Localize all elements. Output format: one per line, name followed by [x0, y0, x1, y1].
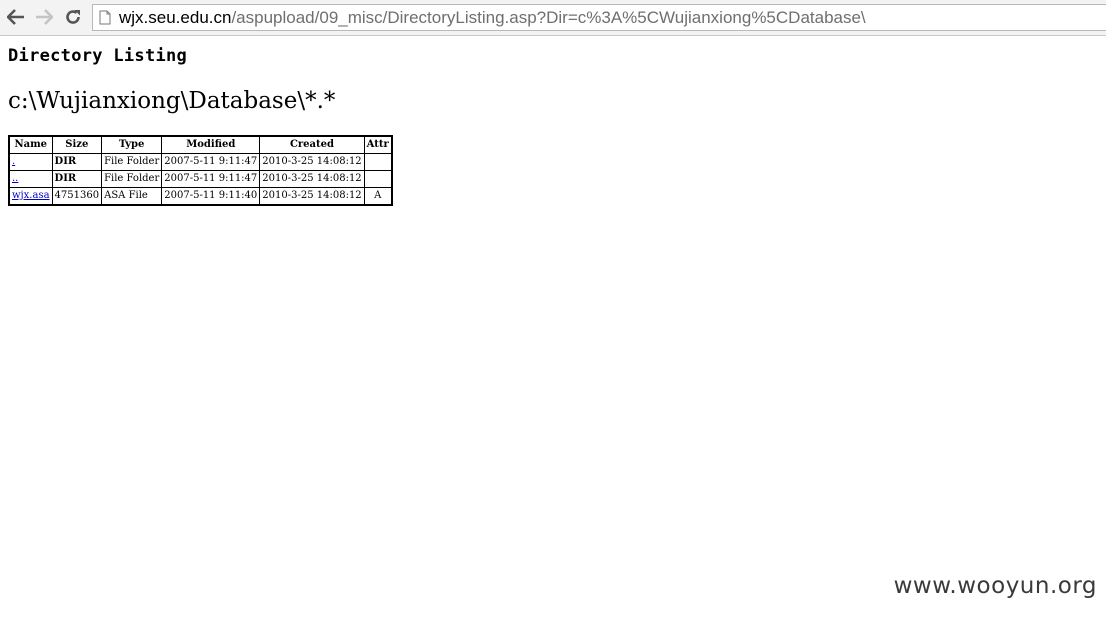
page-icon	[99, 10, 111, 25]
header-name: Name	[8, 135, 53, 154]
cell-size: DIR	[51, 170, 103, 188]
file-link[interactable]: wjx.asa	[12, 190, 50, 201]
back-button[interactable]	[5, 5, 27, 29]
cell-name: ..	[8, 170, 53, 188]
header-type: Type	[101, 135, 163, 154]
file-link[interactable]: .	[12, 156, 15, 167]
cell-modified: 2007-5-11 9:11:47	[161, 170, 261, 188]
address-bar[interactable]: wjx.seu.edu.cn/aspupload/09_misc/Directo…	[92, 4, 1106, 31]
arrow-right-icon	[36, 9, 53, 25]
header-created: Created	[259, 135, 365, 154]
cell-modified: 2007-5-11 9:11:47	[161, 153, 261, 171]
url-text: wjx.seu.edu.cn/aspupload/09_misc/Directo…	[119, 5, 866, 30]
table-row: wjx.asa 4751360 ASA File 2007-5-11 9:11:…	[8, 187, 393, 206]
header-size: Size	[51, 135, 103, 154]
url-host: wjx.seu.edu.cn	[119, 8, 232, 27]
header-attr: Attr	[363, 135, 393, 154]
cell-size: 4751360	[51, 187, 103, 206]
cell-modified: 2007-5-11 9:11:40	[161, 187, 261, 206]
cell-attr	[363, 153, 393, 171]
cell-created: 2010-3-25 14:08:12	[259, 187, 365, 206]
table-row: .. DIR File Folder 2007-5-11 9:11:47 201…	[8, 170, 393, 188]
cell-size: DIR	[51, 153, 103, 171]
cell-attr: A	[363, 187, 393, 206]
forward-button[interactable]	[33, 5, 55, 29]
browser-toolbar: wjx.seu.edu.cn/aspupload/09_misc/Directo…	[0, 0, 1106, 36]
table-header-row: Name Size Type Modified Created Attr	[8, 135, 393, 154]
reload-icon	[66, 10, 80, 24]
arrow-left-icon	[7, 9, 24, 25]
page-title: Directory Listing	[8, 46, 188, 66]
directory-path: c:\Wujianxiong\Database\*.*	[8, 88, 336, 114]
cell-name: .	[8, 153, 53, 171]
directory-table: Name Size Type Modified Created Attr . D…	[8, 135, 393, 206]
cell-attr	[363, 170, 393, 188]
cell-name: wjx.asa	[8, 187, 53, 206]
cell-type: ASA File	[101, 187, 163, 206]
cell-created: 2010-3-25 14:08:12	[259, 170, 365, 188]
cell-type: File Folder	[101, 170, 163, 188]
table-row: . DIR File Folder 2007-5-11 9:11:47 2010…	[8, 153, 393, 171]
reload-button[interactable]	[62, 5, 84, 29]
cell-created: 2010-3-25 14:08:12	[259, 153, 365, 171]
file-link[interactable]: ..	[12, 173, 18, 184]
url-path: /aspupload/09_misc/DirectoryListing.asp?…	[231, 8, 866, 27]
watermark: www.wooyun.org	[893, 573, 1097, 599]
cell-type: File Folder	[101, 153, 163, 171]
header-modified: Modified	[161, 135, 261, 154]
